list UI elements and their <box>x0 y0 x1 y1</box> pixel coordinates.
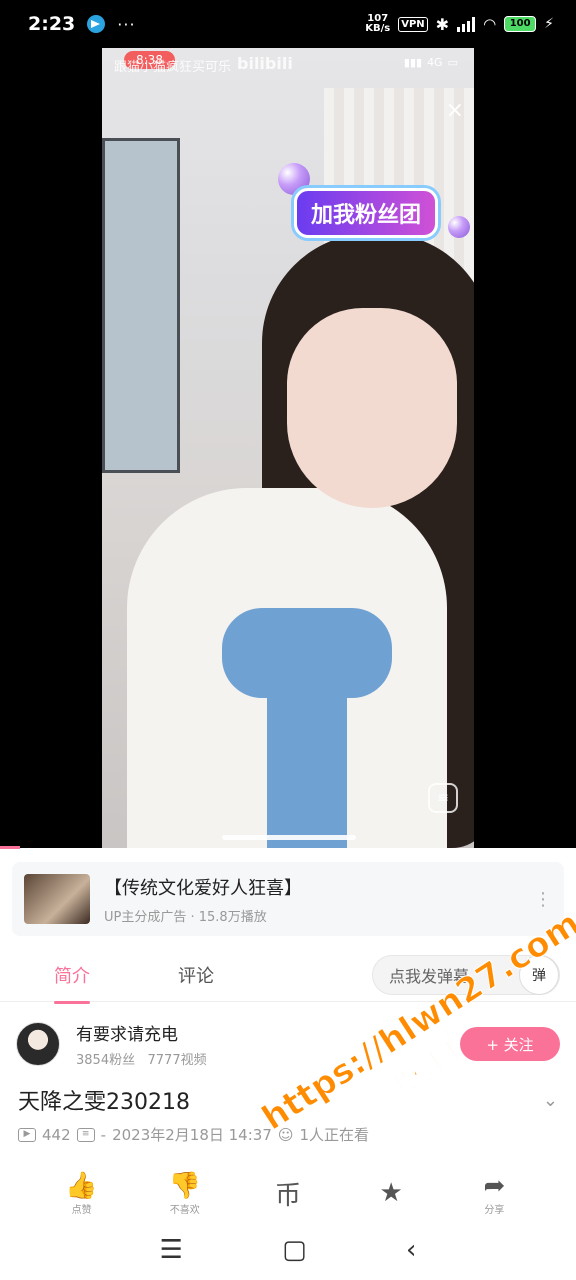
person-face <box>287 308 457 508</box>
video-player[interactable]: 8:38 跟猫小猫疯狂买可乐 bilibili ▮▮▮ 4G ▭ × 加我粉丝团… <box>0 48 576 849</box>
coin-icon: 币 <box>274 1180 301 1211</box>
like-label: 点赞 <box>71 1204 92 1216</box>
uploader-fans: 3854粉丝 <box>76 1053 136 1068</box>
system-nav-bar: ☰ ▢ ‹ <box>0 1220 576 1280</box>
video-title: 天降之雯230218 <box>18 1090 190 1115</box>
share-button[interactable]: ➦ 分享 <box>466 1171 522 1216</box>
share-label: 分享 <box>484 1204 505 1216</box>
watching-count: 1人正在看 <box>299 1126 370 1144</box>
inner-status-bar: ▮▮▮ 4G ▭ <box>404 56 458 69</box>
danmaku-input[interactable]: 点我发弹幕 弹 <box>372 954 560 995</box>
network-speed-unit: KB/s <box>365 23 391 34</box>
like-button[interactable]: 👍 点赞 <box>54 1171 110 1216</box>
tab-bar: 简介 评论 点我发弹幕 弹 <box>0 948 576 1004</box>
home-indicator <box>222 835 356 840</box>
follow-button[interactable]: + 关注 <box>460 1027 560 1061</box>
bilibili-logo: bilibili <box>237 54 293 73</box>
uploader-stats: 3854粉丝 7777视频 <box>76 1049 207 1068</box>
publish-date: 2023年2月18日 14:37 <box>112 1126 272 1144</box>
play-count-icon: ▶ <box>18 1127 36 1142</box>
network-speed: 107 KB/s <box>365 14 390 34</box>
disco-ball-small-icon <box>448 216 470 238</box>
uploader-name[interactable]: 有要求请充电 <box>76 1020 207 1045</box>
video-meta: ▶ 442 ≡ - 2023年2月18日 14:37 ☺ 1人正在看 <box>18 1124 369 1145</box>
inner-signal-icon: ▮▮▮ <box>403 56 423 69</box>
ad-meta: UP主分成广告 · 15.8万播放 <box>104 909 267 925</box>
overlay-caption: 跟猫小猫疯狂买可乐 <box>114 60 232 75</box>
document-icon[interactable]: ≡ <box>428 783 458 813</box>
bluetooth-icon: ✱ <box>435 14 450 34</box>
inner-network-label: 4G <box>427 56 443 69</box>
danmaku-placeholder: 点我发弹幕 <box>389 966 470 986</box>
dislike-label: 不喜欢 <box>169 1204 200 1216</box>
battery-icon: 100 <box>504 16 537 32</box>
ad-info: 【传统文化爱好人狂喜】 UP主分成广告 · 15.8万播放 <box>104 874 302 925</box>
ad-title[interactable]: 【传统文化爱好人狂喜】 <box>104 874 302 900</box>
thumbs-down-icon: 👎 <box>168 1170 201 1201</box>
avatar[interactable] <box>16 1022 60 1066</box>
vpn-badge: VPN <box>398 16 428 32</box>
thumbs-up-icon: 👍 <box>65 1170 98 1201</box>
status-bar: 2:23 ··· 107 KB/s VPN ✱ ◠ 100 ⚡ <box>0 0 576 48</box>
uploader-row: 有要求请充电 3854粉丝 7777视频 + 关注 <box>16 1016 560 1072</box>
status-right: 107 KB/s VPN ✱ ◠ 100 ⚡ <box>365 14 554 34</box>
home-icon[interactable]: ▢ <box>282 1235 307 1265</box>
menu-icon[interactable]: ☰ <box>160 1235 183 1265</box>
uploader-info: 有要求请充电 3854粉丝 7777视频 <box>76 1020 207 1068</box>
blue-ribbon-bow <box>222 608 392 698</box>
inner-battery-icon: ▭ <box>447 56 458 69</box>
uploader-videos: 7777视频 <box>147 1053 207 1068</box>
title-row: 天降之雯230218 ⌄ <box>18 1084 558 1116</box>
signal-icon <box>457 16 476 32</box>
tab-intro[interactable]: 简介 <box>54 962 90 1004</box>
fan-club-sticker: 加我粉丝团 <box>294 188 439 238</box>
back-icon[interactable]: ‹ <box>406 1235 416 1265</box>
favorite-button[interactable]: ★ <box>363 1178 419 1208</box>
chevron-down-icon[interactable]: ⌄ <box>543 1090 558 1111</box>
ad-card[interactable]: 【传统文化爱好人狂喜】 UP主分成广告 · 15.8万播放 ⋮ <box>12 862 564 936</box>
telegram-icon <box>87 15 106 33</box>
background-frame <box>102 138 180 473</box>
dislike-button[interactable]: 👎 不喜欢 <box>157 1171 213 1216</box>
coin-button[interactable]: 币 <box>260 1175 316 1212</box>
danmaku-count-icon: ≡ <box>76 1127 95 1142</box>
play-count: 442 <box>42 1125 71 1144</box>
tab-comments[interactable]: 评论 <box>178 962 214 988</box>
share-icon: ➦ <box>483 1170 506 1201</box>
action-bar: 👍 点赞 👎 不喜欢 币 ★ ➦ 分享 <box>0 1168 576 1218</box>
video-frame[interactable]: 8:38 跟猫小猫疯狂买可乐 bilibili ▮▮▮ 4G ▭ × 加我粉丝团… <box>102 48 474 848</box>
more-options-icon[interactable]: ⋮ <box>534 889 552 910</box>
close-icon[interactable]: × <box>446 98 464 123</box>
ad-thumbnail[interactable] <box>24 874 90 924</box>
playback-progress[interactable] <box>0 846 20 849</box>
star-icon: ★ <box>379 1178 403 1208</box>
danmaku-toggle-button[interactable]: 弹 <box>519 954 559 995</box>
charging-icon: ⚡ <box>544 16 554 32</box>
viewers-icon: ☺ <box>277 1125 294 1144</box>
danmaku-count: - <box>100 1125 107 1144</box>
more-notifications-icon: ··· <box>117 14 136 34</box>
status-time: 2:23 <box>28 13 76 35</box>
wifi-icon: ◠ <box>483 15 497 33</box>
